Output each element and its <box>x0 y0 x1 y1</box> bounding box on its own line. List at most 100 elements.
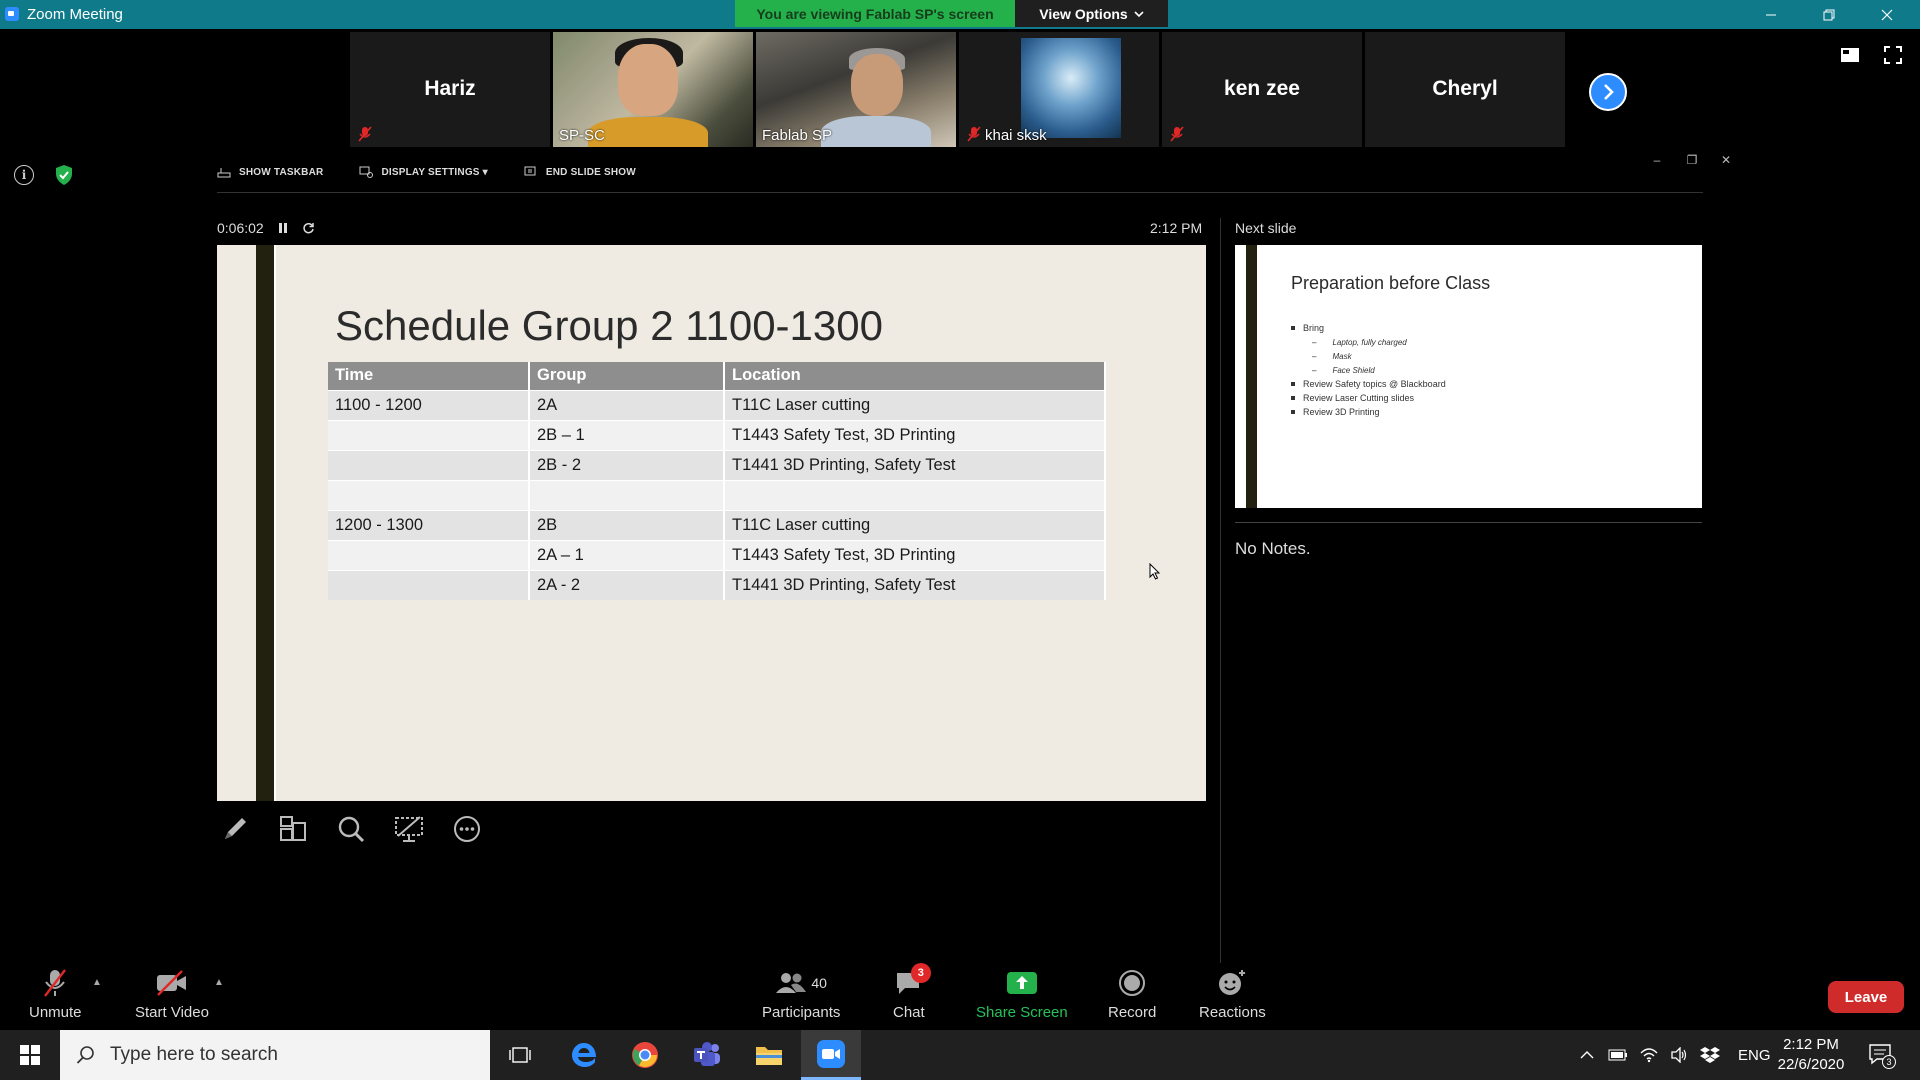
chevron-down-icon <box>1134 10 1144 17</box>
participant-tile[interactable]: khai sksk <box>959 32 1159 147</box>
restore-button[interactable] <box>1806 0 1852 29</box>
fullscreen-button[interactable] <box>1881 44 1905 66</box>
volume-icon[interactable] <box>1670 1047 1688 1063</box>
teams-icon <box>694 1042 720 1066</box>
teams-taskbar-button[interactable] <box>677 1030 737 1080</box>
slide-accent-line <box>274 245 276 801</box>
wifi-icon[interactable] <box>1640 1047 1658 1063</box>
task-view-button[interactable] <box>490 1030 550 1080</box>
slides-grid-icon <box>280 816 306 841</box>
bullet-item: Bring <box>1291 321 1446 335</box>
black-screen-icon <box>395 816 423 842</box>
presenter-restore-button[interactable]: ❐ <box>1682 153 1702 169</box>
file-explorer-taskbar-button[interactable] <box>739 1030 799 1080</box>
slide-timer: 0:06:02 <box>217 220 315 236</box>
participant-tile[interactable]: Fablab SP <box>756 32 956 147</box>
show-taskbar-button[interactable]: SHOW TASKBAR <box>217 166 323 178</box>
title-bar: Zoom Meeting You are viewing Fablab SP's… <box>0 0 1920 29</box>
bullet-item: Review Laser Cutting slides <box>1291 391 1446 405</box>
participants-icon <box>776 973 807 993</box>
muted-mic-icon <box>358 126 372 142</box>
participant-tile[interactable]: Cheryl <box>1365 32 1565 147</box>
close-button[interactable] <box>1864 0 1910 29</box>
column-header: Time <box>328 362 530 390</box>
share-screen-icon <box>1006 972 1037 994</box>
participant-name: khai sksk <box>985 127 1047 144</box>
bullet-item: Review Safety topics @ Blackboard <box>1291 377 1446 391</box>
view-options-label: View Options <box>1039 5 1128 22</box>
participant-name: Cheryl <box>1432 77 1498 100</box>
unmute-label: Unmute <box>29 1004 82 1021</box>
minimize-button[interactable] <box>1748 0 1794 29</box>
start-button[interactable] <box>0 1030 60 1080</box>
taskbar-time: 2:12 PM <box>1783 1036 1839 1053</box>
window-title: Zoom Meeting <box>27 6 123 23</box>
meeting-info-icon[interactable]: i <box>14 165 34 185</box>
table-cell <box>328 419 530 450</box>
table-cell: 2A – 1 <box>529 539 725 570</box>
slide-accent-bar <box>256 245 274 801</box>
search-placeholder: Type here to search <box>110 1044 278 1065</box>
start-video-label: Start Video <box>135 1004 209 1021</box>
pen-tool-button[interactable] <box>217 811 253 847</box>
presenter-close-button[interactable]: ✕ <box>1716 153 1736 169</box>
start-video-button[interactable]: Start Video <box>135 968 209 1021</box>
presenter-minimize-button[interactable]: – <box>1647 153 1667 169</box>
participant-tile[interactable]: SP-SC <box>553 32 753 147</box>
video-options-caret-icon[interactable]: ▲ <box>214 977 224 988</box>
table-cell: T1441 3D Printing, Safety Test <box>724 569 1106 600</box>
table-row: 2A – 1 T1443 Safety Test, 3D Printing <box>328 539 1106 570</box>
language-indicator[interactable]: ENG <box>1738 1047 1771 1064</box>
slide-tools <box>217 811 485 847</box>
column-header: Location <box>724 362 1106 390</box>
participant-name: SP-SC <box>559 127 605 144</box>
chevron-up-icon[interactable] <box>1580 1050 1594 1060</box>
record-button[interactable]: Record <box>1108 968 1156 1021</box>
leave-button[interactable]: Leave <box>1828 981 1904 1013</box>
taskbar-search-box[interactable]: Type here to search <box>60 1030 490 1080</box>
battery-icon[interactable] <box>1608 1049 1628 1061</box>
gallery-layout-button[interactable] <box>1838 44 1862 66</box>
display-settings-button[interactable]: DISPLAY SETTINGS ▾ <box>359 166 488 178</box>
audio-options-caret-icon[interactable]: ▲ <box>92 977 102 988</box>
current-slide[interactable]: Schedule Group 2 1100-1300 Time Group Lo… <box>217 245 1206 801</box>
black-screen-button[interactable] <box>391 811 427 847</box>
chat-button[interactable]: 3 Chat <box>893 963 931 1021</box>
windows-taskbar: Type here to search ENG 2:12 PM 22/6/202… <box>0 1030 1920 1080</box>
divider <box>1235 522 1702 523</box>
muted-mic-icon <box>44 969 67 997</box>
next-page-button[interactable] <box>1589 73 1627 111</box>
taskbar-icon <box>217 168 231 178</box>
share-screen-button[interactable]: Share Screen <box>976 968 1068 1021</box>
action-center-button[interactable]: 3 <box>1868 1042 1896 1073</box>
table-cell <box>724 479 1106 510</box>
pause-icon[interactable] <box>278 222 288 234</box>
next-slide-preview[interactable]: Preparation before Class Bring – Laptop, … <box>1235 245 1702 508</box>
table-cell: T11C Laser cutting <box>724 509 1106 540</box>
table-row: 2A - 2 T1441 3D Printing, Safety Test <box>328 569 1106 600</box>
taskbar-clock[interactable]: 2:12 PM 22/6/2020 <box>1776 1035 1846 1075</box>
see-all-slides-button[interactable] <box>275 811 311 847</box>
display-settings-icon <box>359 166 374 178</box>
more-options-button[interactable] <box>449 811 485 847</box>
more-icon <box>454 816 480 842</box>
reactions-button[interactable]: Reactions <box>1199 968 1266 1021</box>
table-row <box>328 479 1106 510</box>
divider <box>217 192 1703 193</box>
participant-avatar <box>1021 38 1121 138</box>
security-shield-icon[interactable] <box>54 164 74 186</box>
restart-timer-icon[interactable] <box>302 222 315 235</box>
unmute-button[interactable]: Unmute <box>29 968 82 1021</box>
dropbox-icon[interactable] <box>1700 1046 1720 1064</box>
participants-button[interactable]: 40 Participants <box>762 968 840 1021</box>
chrome-taskbar-button[interactable] <box>615 1030 675 1080</box>
edge-taskbar-button[interactable] <box>554 1030 614 1080</box>
participant-tile[interactable]: ken zee <box>1162 32 1362 147</box>
view-options-button[interactable]: View Options <box>1015 0 1168 27</box>
notification-count: 3 <box>1882 1055 1896 1069</box>
table-row: 1200 - 1300 2B T11C Laser cutting <box>328 509 1106 540</box>
end-slide-show-button[interactable]: END SLIDE SHOW <box>524 166 636 178</box>
zoom-slide-button[interactable] <box>333 811 369 847</box>
participant-tile[interactable]: Hariz <box>350 32 550 147</box>
zoom-taskbar-button[interactable] <box>801 1030 861 1080</box>
